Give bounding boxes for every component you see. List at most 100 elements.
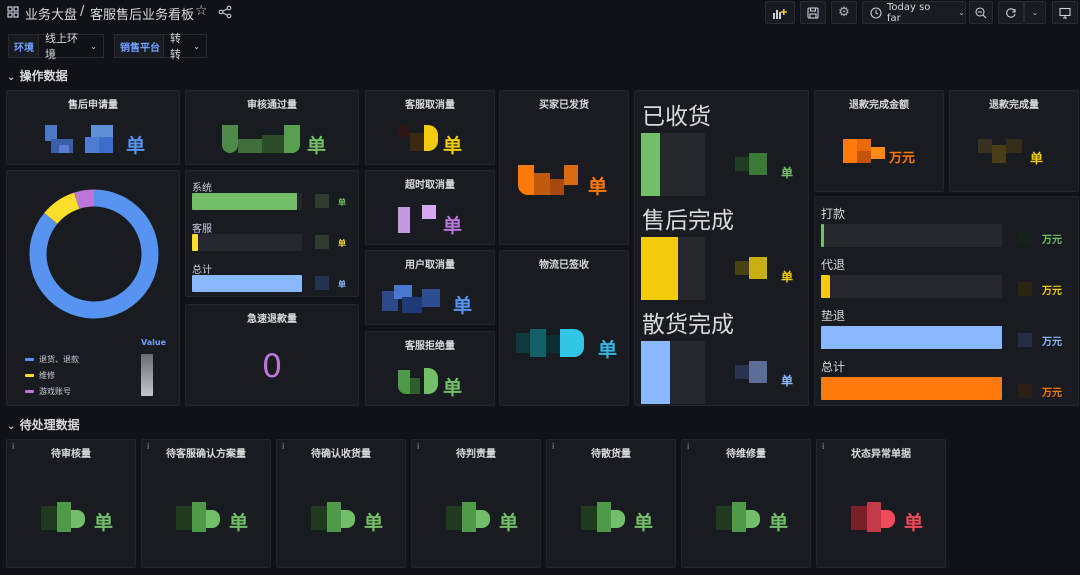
tv-mode-button[interactable] — [1052, 1, 1078, 24]
legend-item[interactable]: 退货、退款 — [25, 354, 79, 365]
redacted-value — [315, 235, 329, 249]
bar-label: 总计 — [192, 265, 212, 276]
stat-panel-pending[interactable]: i 状态异常单据单 — [816, 439, 946, 568]
legend-item[interactable]: 维修 — [25, 370, 55, 381]
legend-item[interactable]: 游戏账号 — [25, 386, 71, 397]
redacted-value — [581, 502, 629, 532]
stat-panel-refund-amount[interactable]: 退款完成金额 万元 — [814, 90, 944, 192]
value-unit: 单 — [229, 512, 249, 534]
share-icon[interactable] — [218, 5, 232, 19]
stat-panel-timeout-cancel[interactable]: 超时取消量 单 — [365, 170, 495, 245]
stat-panel-buyer-shipped[interactable]: 买家已发货 单 — [499, 90, 629, 245]
stat-panel-pending[interactable]: i 待审核量单 — [6, 439, 136, 568]
gauge-fill — [641, 341, 670, 404]
stat-panel-pending[interactable]: i 待维修量单 — [681, 439, 811, 568]
star-icon[interactable]: ☆ — [195, 3, 208, 19]
chevron-down-icon: ⌄ — [90, 41, 97, 51]
value-unit: 单 — [364, 512, 384, 534]
legend-label: 退货、退款 — [39, 355, 79, 364]
bar-label: 垫退 — [821, 309, 846, 323]
bar-fill — [821, 275, 831, 298]
time-range-picker[interactable]: Today so far ⌄ — [862, 1, 966, 24]
value-unit: 万元 — [889, 151, 916, 166]
stat-panel-review-passed[interactable]: 审核通过量 单 — [185, 90, 359, 165]
redacted-block — [206, 510, 220, 528]
legend-swatch — [25, 374, 34, 377]
redacted-block — [327, 502, 341, 532]
refresh-interval-dropdown[interactable]: ⌄ — [1024, 1, 1046, 24]
dashboards-grid-icon[interactable] — [7, 6, 19, 18]
row-ops[interactable]: ⌄ 操作数据 — [7, 67, 68, 84]
redacted-value — [716, 502, 764, 532]
add-panel-button[interactable] — [765, 1, 795, 24]
stat-panel-logistics-signed[interactable]: 物流已签收 单 — [499, 250, 629, 406]
env-variable-value: 线上环境 — [45, 32, 78, 61]
dashboard-settings-button[interactable]: ⚙ — [831, 1, 857, 24]
platform-variable-select[interactable]: 转转 ⌄ — [163, 32, 207, 61]
bar-track — [192, 275, 302, 292]
value-unit: 单 — [1030, 152, 1044, 167]
stat-panel-user-cancel[interactable]: 用户取消量 单 — [365, 250, 495, 325]
redacted-block — [867, 502, 881, 532]
stat-panel-refund-count[interactable]: 退款完成量 单 — [949, 90, 1079, 192]
gauge-fill — [641, 133, 661, 196]
stat-panel-pending[interactable]: i 待散货量单 — [546, 439, 676, 568]
pie-slice-2[interactable] — [44, 192, 80, 225]
value-unit: 单 — [588, 176, 608, 198]
legend-value-header: Value — [141, 338, 167, 347]
gauge-label: 已收货 — [642, 104, 711, 130]
value-unit: 单 — [634, 512, 654, 534]
bar-gauge-panel-refund[interactable]: 打款 万元 代退 万元 垫退 万元 总计 万元 — [814, 196, 1079, 406]
stat-panel-pending[interactable]: i 待判责量单 — [411, 439, 541, 568]
redacted-value — [518, 165, 580, 195]
stat-panel-after-sale-apply[interactable]: 售后申请量 单 — [6, 90, 180, 165]
redacted-value — [735, 361, 775, 387]
redacted-value — [398, 205, 440, 233]
zoom-out-icon — [975, 6, 987, 18]
stat-panel-express-refund[interactable]: 急速退款量 0 — [185, 304, 359, 406]
redacted-value — [1018, 231, 1032, 245]
redacted-block — [749, 257, 767, 279]
bar-gauge-panel-receipt[interactable]: 已收货单售后完成单散货完成单 — [634, 90, 809, 406]
value-unit: 万元 — [1042, 286, 1062, 297]
save-dashboard-button[interactable] — [800, 1, 826, 24]
stat-panel-cs-cancel[interactable]: 客服取消量 单 — [365, 90, 495, 165]
value-unit: 单 — [443, 215, 463, 237]
redacted-block — [311, 506, 327, 530]
redacted-block — [716, 506, 732, 530]
bar-gauge-panel-review[interactable]: 系统单客服单总计单 — [185, 170, 359, 297]
redacted-value — [41, 502, 89, 532]
dashboard-title[interactable]: 客服售后业务看板 — [90, 4, 194, 23]
bar-track — [821, 326, 1002, 349]
refresh-button[interactable] — [998, 1, 1024, 24]
gauge-label: 售后完成 — [642, 208, 734, 234]
gear-icon: ⚙ — [838, 5, 850, 20]
value-unit: 单 — [499, 512, 519, 534]
panel-title: 待散货量 — [591, 449, 631, 460]
redacted-block — [41, 506, 57, 530]
clock-icon — [870, 6, 882, 19]
stat-panel-pending[interactable]: i 待确认收货量单 — [276, 439, 406, 568]
value-unit: 单 — [904, 512, 924, 534]
pie-chart-panel[interactable]: Value 退货、退款维修游戏账号 — [6, 170, 180, 406]
env-variable-select[interactable]: 线上环境 ⌄ — [38, 32, 104, 61]
zoom-out-button[interactable] — [969, 1, 993, 24]
panel-title: 待客服确认方案量 — [166, 449, 246, 460]
breadcrumb-folder[interactable]: 业务大盘 — [25, 4, 77, 23]
value-unit: 单 — [769, 512, 789, 534]
redacted-block — [192, 502, 206, 532]
chevron-down-icon: ⌄ — [1031, 8, 1039, 17]
redacted-value — [222, 125, 302, 153]
row-pending[interactable]: ⌄ 待处理数据 — [7, 416, 80, 433]
pie-slice-3[interactable] — [74, 189, 95, 209]
panel-title: 买家已发货 — [539, 100, 589, 111]
redacted-block — [446, 506, 462, 530]
redacted-block — [341, 510, 355, 528]
bar-fill — [192, 193, 297, 210]
value-unit: 单 — [453, 295, 473, 317]
top-nav-bar: 业务大盘 / 客服售后业务看板 ☆ ⚙ Today so far ⌄ ⌄ — [0, 0, 1080, 26]
stat-panel-pending[interactable]: i 待客服确认方案量单 — [141, 439, 271, 568]
stat-panel-cs-reject[interactable]: 客服拒绝量 单 — [365, 331, 495, 406]
donut-chart — [29, 189, 159, 319]
gauge-fill — [641, 237, 679, 300]
